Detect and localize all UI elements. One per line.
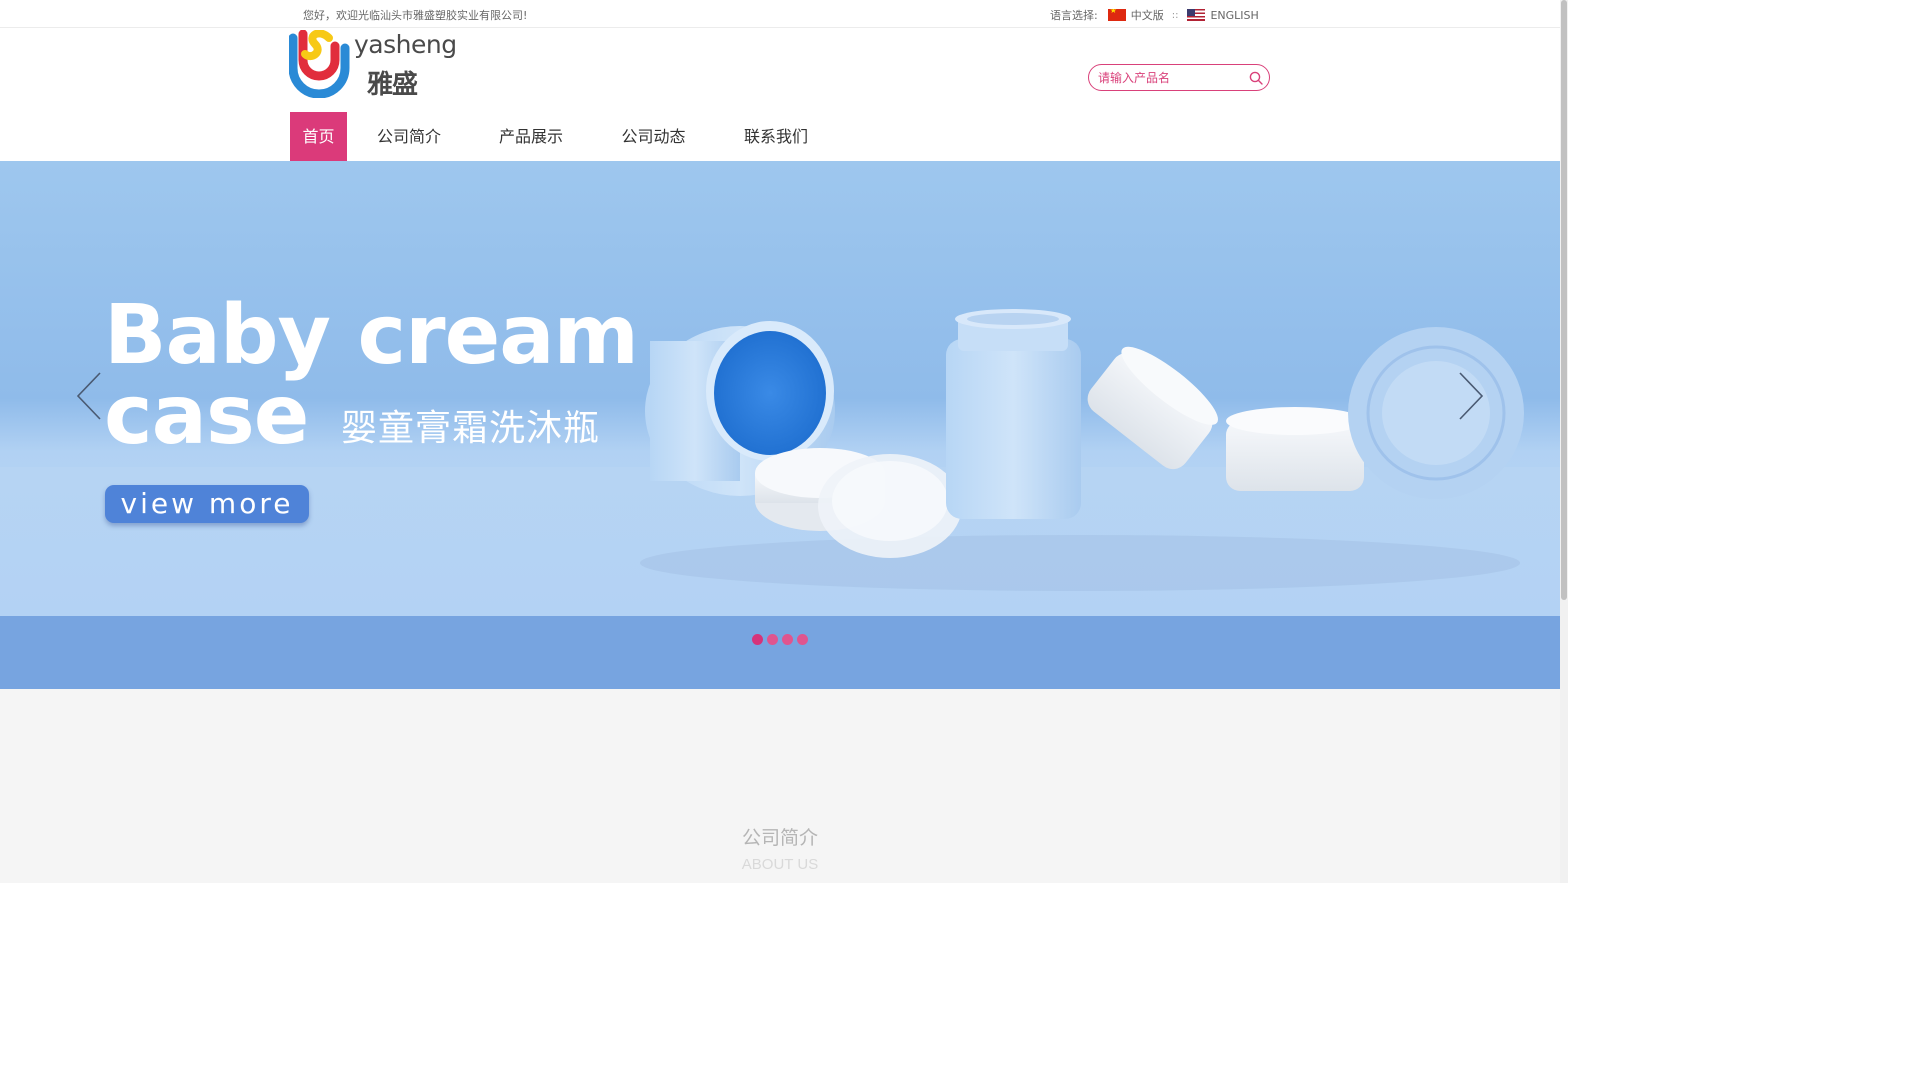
nav-item-news[interactable]: 公司动态 [591,112,716,161]
slide-dot-4[interactable] [797,634,808,645]
logo-text-chinese: 雅盛 [367,70,418,100]
prev-slide-arrow-icon[interactable] [74,371,104,421]
main-nav: 首页 公司简介 产品展示 公司动态 联系我们 [290,112,836,161]
lang-separator: :: [1171,9,1179,21]
welcome-text: 您好，欢迎光临汕头市雅盛塑胶实业有限公司! [303,9,528,22]
product-bottles-image [640,309,1524,591]
logo-text-english: yasheng [354,30,457,59]
scrollbar-thumb[interactable] [1561,0,1567,600]
view-more-button[interactable]: view more [105,485,309,523]
logo-mark-icon [289,30,350,98]
china-flag-icon[interactable] [1107,9,1126,21]
banner-title-line1: Baby cream [104,288,639,383]
language-selector: 语言选择: 中文版 :: ENGLISH [1050,7,1259,23]
logo[interactable]: yasheng 雅盛 [289,30,459,100]
language-label: 语言选择: [1050,9,1098,22]
lang-english-link[interactable]: ENGLISH [1210,9,1258,22]
about-subtitle: ABOUT US [741,856,819,873]
scrollbar[interactable] [1560,0,1568,883]
banner-bottom-strip [0,616,1560,689]
lang-chinese-link[interactable]: 中文版 [1131,7,1164,23]
page: 您好，欢迎光临汕头市雅盛塑胶实业有限公司! 语言选择: 中文版 :: ENGLI… [0,0,1568,883]
about-title: 公司简介 [741,827,818,849]
search-box [1088,64,1270,91]
nav-item-home[interactable]: 首页 [290,112,347,161]
top-bar: 您好，欢迎光临汕头市雅盛塑胶实业有限公司! 语言选择: 中文版 :: ENGLI… [0,0,1560,28]
nav-item-about[interactable]: 公司简介 [347,112,471,161]
slide-indicators [752,634,812,645]
nav-item-products[interactable]: 产品展示 [471,112,591,161]
about-section: 公司简介 ABOUT US [0,689,1560,883]
slide-dot-1[interactable] [752,634,763,645]
search-icon[interactable] [1249,71,1263,85]
nav-item-contact[interactable]: 联系我们 [716,112,836,161]
hero-banner[interactable]: Baby cream case 婴童膏霜洗沐瓶 view more [0,161,1560,689]
slide-dot-2[interactable] [767,634,778,645]
us-flag-icon[interactable] [1187,9,1206,21]
search-input[interactable] [1098,69,1238,87]
slide-dot-3[interactable] [782,634,793,645]
next-slide-arrow-icon[interactable] [1456,371,1486,421]
banner-subtitle: 婴童膏霜洗沐瓶 [341,408,601,449]
